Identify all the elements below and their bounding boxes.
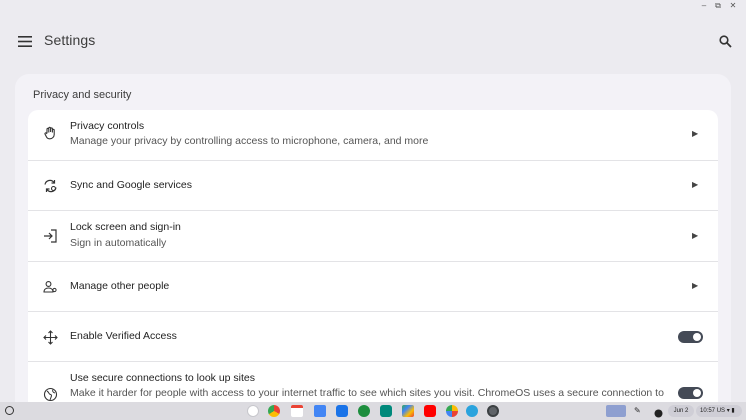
hand-icon: [42, 125, 58, 141]
secure-dns-row: Use secure connections to look up sites …: [28, 361, 718, 402]
page-title: Settings: [44, 32, 96, 48]
search-button[interactable]: [713, 29, 737, 53]
verified-access-title: Enable Verified Access: [70, 330, 177, 342]
verified-access-row: Enable Verified Access: [28, 311, 718, 361]
photos-app-icon[interactable]: [446, 405, 458, 417]
chevron-right-icon: ▶: [692, 129, 699, 138]
docs-app-icon[interactable]: [314, 405, 326, 417]
hamburger-menu-icon: [18, 35, 32, 47]
screen-capture-icon[interactable]: [606, 405, 626, 417]
privacy-controls-subtitle: Manage your privacy by controlling acces…: [70, 135, 429, 147]
title-bar: – ⧉ ✕: [0, 0, 746, 13]
chevron-right-icon: ▶: [692, 231, 699, 240]
chat-app-icon[interactable]: [358, 405, 370, 417]
launcher-button[interactable]: [5, 406, 14, 415]
assistant-app-icon[interactable]: [247, 405, 259, 417]
meet-app-icon[interactable]: [380, 405, 392, 417]
chrome-app-icon[interactable]: [268, 405, 280, 417]
files-app-icon[interactable]: [336, 405, 348, 417]
lock-screen-title: Lock screen and sign-in: [70, 221, 181, 233]
move-icon: [42, 329, 58, 345]
privacy-settings-list: Privacy controls Manage your privacy by …: [28, 110, 718, 402]
settings-app-icon[interactable]: [487, 405, 499, 417]
secure-dns-subtitle: Make it harder for people with access to…: [70, 387, 664, 399]
main-menu-button[interactable]: [12, 29, 38, 53]
system-shelf: ✎ Jun 2 10:57 US ▾ ▮: [0, 402, 746, 420]
secure-dns-toggle[interactable]: [678, 387, 703, 399]
telegram-app-icon[interactable]: [466, 405, 478, 417]
locale-indicator: US: [716, 408, 726, 414]
sync-services-title: Sync and Google services: [70, 179, 192, 191]
manage-people-title: Manage other people: [70, 280, 170, 292]
chevron-right-icon: ▶: [692, 180, 699, 189]
minimize-button[interactable]: –: [699, 1, 709, 11]
restore-button[interactable]: ⧉: [713, 1, 723, 11]
stylus-icon[interactable]: ✎: [634, 405, 644, 417]
lock-screen-row[interactable]: Lock screen and sign-in Sign in automati…: [28, 210, 718, 261]
privacy-controls-title: Privacy controls: [70, 120, 145, 132]
status-area[interactable]: 10:57 US ▾ ▮: [696, 405, 742, 417]
manage-people-row[interactable]: Manage other people ▶: [28, 261, 718, 311]
settings-window: – ⧉ ✕ Settings Privacy and security Priv…: [0, 0, 746, 402]
login-icon: [42, 228, 58, 244]
privacy-controls-row[interactable]: Privacy controls Manage your privacy by …: [28, 110, 718, 160]
people-icon: [42, 279, 58, 295]
close-button[interactable]: ✕: [728, 1, 738, 11]
secure-dns-title: Use secure connections to look up sites: [70, 372, 256, 384]
lock-screen-subtitle: Sign in automatically: [70, 237, 167, 249]
battery-icon: ▮: [731, 408, 735, 414]
verified-access-toggle[interactable]: [678, 331, 703, 343]
globe-icon: [42, 386, 58, 402]
play-store-app-icon[interactable]: [402, 405, 414, 417]
section-title: Privacy and security: [33, 89, 132, 101]
chevron-right-icon: ▶: [692, 281, 699, 290]
wifi-icon: ▾: [726, 408, 730, 414]
app-header: Settings: [0, 13, 746, 68]
notification-icon[interactable]: [654, 405, 664, 418]
sync-icon: [42, 178, 58, 194]
clock-time: 10:57: [700, 408, 716, 414]
search-icon: [718, 34, 732, 48]
sync-services-row[interactable]: Sync and Google services ▶: [28, 160, 718, 210]
youtube-app-icon[interactable]: [424, 405, 436, 417]
gmail-app-icon[interactable]: [291, 405, 303, 417]
date-pill[interactable]: Jun 2: [668, 405, 694, 417]
